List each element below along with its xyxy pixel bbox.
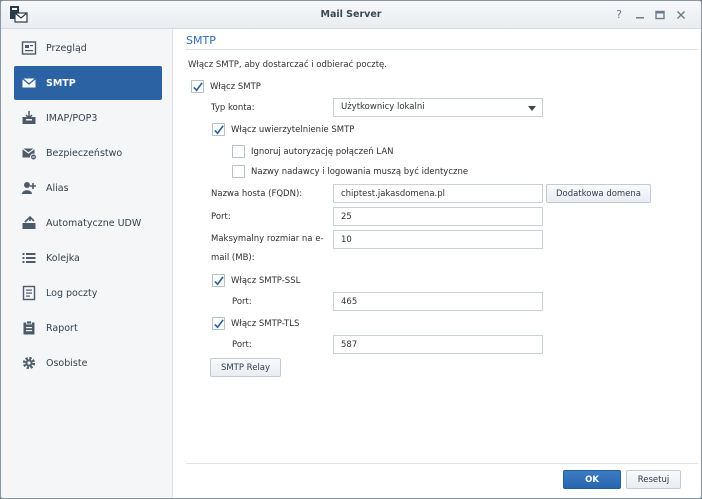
close-icon[interactable] [674, 8, 688, 22]
overview-icon [20, 39, 38, 57]
checkmark-icon [214, 124, 224, 134]
title-bar: Mail Server ? [1, 1, 701, 29]
checkmark-icon [193, 81, 203, 91]
ssl-port-input[interactable] [333, 292, 543, 311]
gear-icon [20, 354, 38, 372]
sidebar-item-label: IMAP/POP3 [46, 112, 98, 124]
smtp-auth-checkbox[interactable] [212, 123, 225, 136]
sidebar-item-label: Bezpieczeństwo [46, 147, 123, 159]
sidebar-item-label: Raport [46, 322, 78, 334]
sidebar-item-auto-bcc[interactable]: Automatyczne UDW [14, 206, 162, 240]
minimize-icon[interactable] [633, 8, 647, 22]
max-size-label-line2: mail (MB): [211, 253, 255, 263]
log-icon [20, 284, 38, 302]
additional-domain-button[interactable]: Dodatkowa domena [546, 184, 651, 203]
sidebar-item-label: Przegląd [46, 42, 87, 54]
smtp-auth-row[interactable]: Włącz uwierzytelnienie SMTP [212, 123, 354, 136]
reset-button[interactable]: Resetuj [626, 470, 681, 489]
window-title: Mail Server [320, 9, 382, 20]
sidebar-item-overview[interactable]: Przegląd [14, 31, 162, 65]
smtp-tls-checkbox[interactable] [212, 317, 225, 330]
tls-port-input[interactable] [333, 335, 543, 354]
smtp-ssl-label: Włącz SMTP-SSL [231, 275, 301, 286]
ssl-port-label: Port: [232, 297, 252, 307]
sender-match-row[interactable]: Nazwy nadawcy i logowania muszą być iden… [232, 165, 468, 178]
auto-bcc-icon [20, 214, 38, 232]
sidebar-item-label: Osobiste [46, 357, 88, 369]
sidebar-item-mail-log[interactable]: Log poczty [14, 276, 162, 310]
alias-icon [20, 179, 38, 197]
sidebar-item-smtp[interactable]: SMTP [14, 66, 162, 100]
section-description: Włącz SMTP, aby dostarczać i odbierać po… [188, 60, 387, 70]
maximize-icon[interactable] [653, 8, 667, 22]
inbox-icon [20, 109, 38, 127]
section-divider [186, 49, 698, 50]
sidebar-item-security[interactable]: Bezpieczeństwo [14, 136, 162, 170]
max-size-label-line1: Maksymalny rozmiar na e- [211, 234, 324, 244]
hostname-label: Nazwa hosta (FQDN): [211, 189, 303, 199]
port-label: Port: [211, 212, 231, 222]
max-size-input[interactable] [333, 230, 543, 249]
smtp-ssl-row[interactable]: Włącz SMTP-SSL [212, 274, 300, 287]
main-panel: SMTP Włącz SMTP, aby dostarczać i odbier… [174, 29, 701, 498]
footer-divider [186, 463, 698, 464]
account-type-select[interactable]: Użytkownicy lokalni [333, 98, 543, 117]
account-type-label: Typ konta: [211, 103, 255, 113]
port-input[interactable] [333, 207, 543, 226]
sidebar-item-label: Automatyczne UDW [46, 217, 142, 229]
sidebar-item-alias[interactable]: Alias [14, 171, 162, 205]
ignore-lan-row[interactable]: Ignoruj autoryzację połączeń LAN [232, 145, 394, 158]
sidebar-item-label: Kolejka [46, 252, 80, 264]
checkmark-icon [214, 275, 224, 285]
sidebar-item-personal[interactable]: Osobiste [14, 346, 162, 380]
account-type-value: Użytkownicy lokalni [341, 102, 425, 112]
ignore-lan-label: Ignoruj autoryzację połączeń LAN [251, 146, 394, 157]
smtp-relay-button[interactable]: SMTP Relay [210, 358, 281, 377]
chevron-down-icon [528, 106, 536, 111]
smtp-tls-label: Włącz SMTP-TLS [231, 318, 300, 329]
tls-port-label: Port: [232, 340, 252, 350]
sender-match-checkbox[interactable] [232, 165, 245, 178]
enable-smtp-row[interactable]: Włącz SMTP [191, 80, 261, 93]
smtp-auth-label: Włącz uwierzytelnienie SMTP [231, 124, 355, 135]
sidebar: Przegląd SMTP IMAP/POP3 Bezpieczeństwo A… [1, 29, 173, 498]
hostname-input[interactable] [333, 184, 543, 203]
list-icon [20, 249, 38, 267]
sidebar-item-label: Alias [46, 182, 69, 194]
security-mail-icon [20, 144, 38, 162]
sidebar-item-imap-pop3[interactable]: IMAP/POP3 [14, 101, 162, 135]
sidebar-item-queue[interactable]: Kolejka [14, 241, 162, 275]
section-title: SMTP [186, 34, 216, 47]
report-icon [20, 319, 38, 337]
sidebar-item-label: SMTP [46, 77, 76, 89]
ok-button[interactable]: OK [563, 470, 621, 489]
checkmark-icon [214, 318, 224, 328]
ignore-lan-checkbox[interactable] [232, 145, 245, 158]
sidebar-item-report[interactable]: Raport [14, 311, 162, 345]
smtp-tls-row[interactable]: Włącz SMTP-TLS [212, 317, 299, 330]
enable-smtp-checkbox[interactable] [191, 80, 204, 93]
help-icon[interactable]: ? [612, 8, 626, 22]
enable-smtp-label: Włącz SMTP [210, 81, 261, 92]
mail-server-window: Mail Server ? Przegląd SMTP IMAP/POP3 Be… [0, 0, 702, 499]
sidebar-item-label: Log poczty [46, 287, 98, 299]
sender-match-label: Nazwy nadawcy i logowania muszą być iden… [251, 166, 469, 177]
mail-icon [20, 74, 38, 92]
smtp-ssl-checkbox[interactable] [212, 274, 225, 287]
